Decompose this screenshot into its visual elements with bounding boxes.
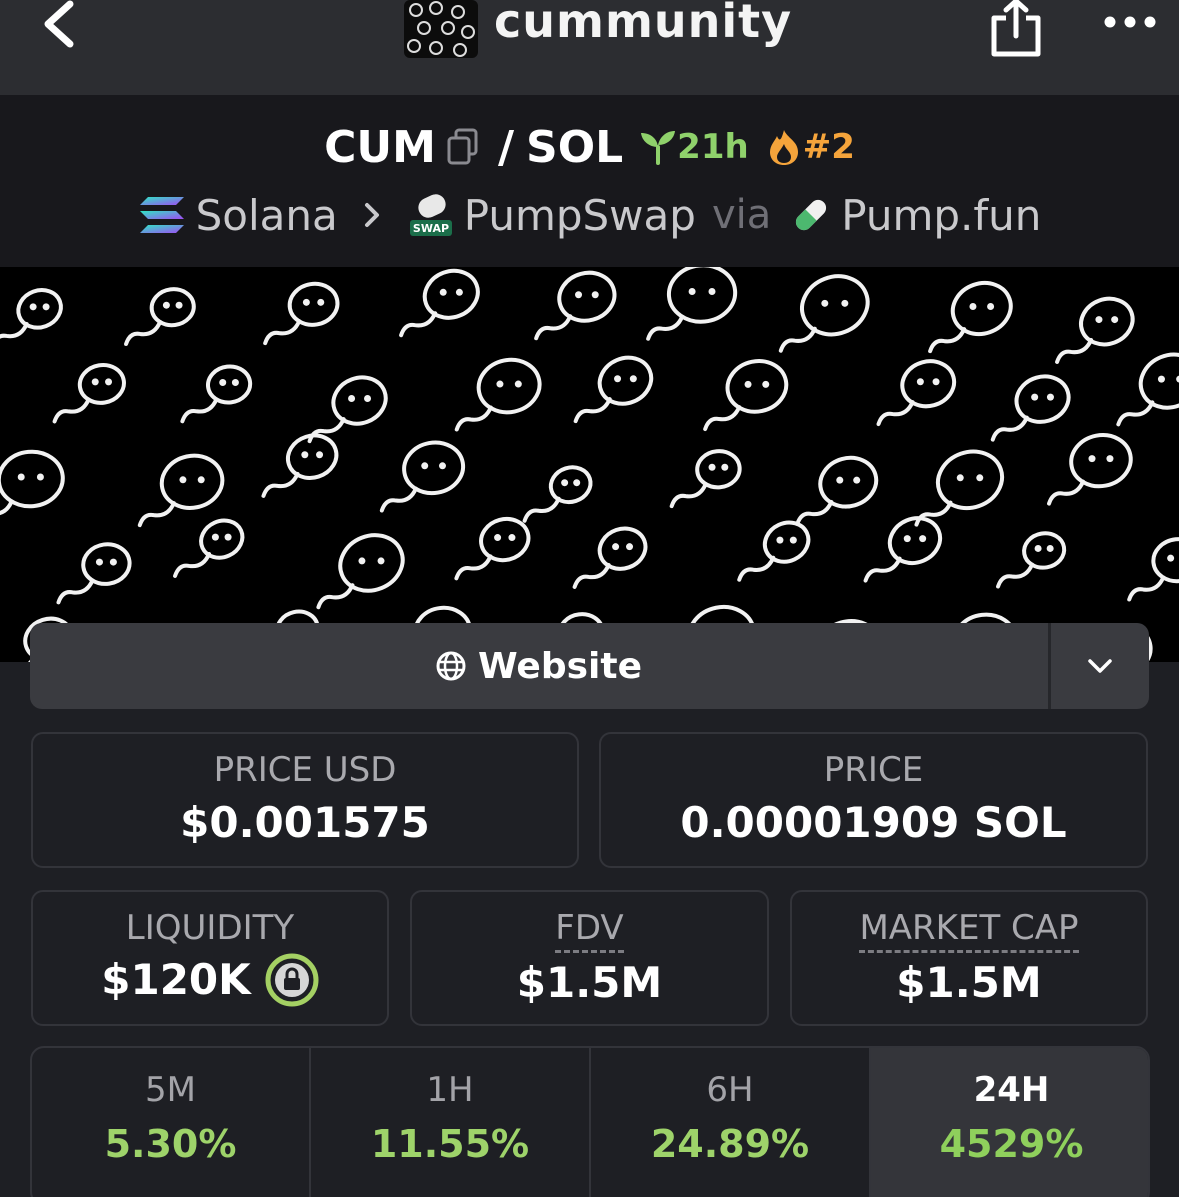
sprout-icon xyxy=(641,131,676,165)
doodle-face xyxy=(124,287,196,346)
timeframe-tabs: 5M 5.30% 1H 11.55% 6H 24.89% 24H 4529% xyxy=(30,1046,1150,1197)
chevron-down-icon xyxy=(1088,659,1112,673)
doodle-face xyxy=(399,268,480,338)
links-dropdown-button[interactable] xyxy=(1051,623,1149,709)
more-dots-icon[interactable] xyxy=(1102,10,1158,34)
website-button[interactable]: Website xyxy=(30,623,1048,709)
doodle-face xyxy=(454,357,542,432)
price-usd-value: $0.001575 xyxy=(180,798,430,847)
doodle-face xyxy=(56,542,132,605)
share-icon[interactable] xyxy=(988,0,1044,58)
doodle-face xyxy=(137,453,225,528)
doodle-face xyxy=(737,520,811,582)
flame-icon xyxy=(769,130,798,165)
chain-breadcrumb: Solana SWAP PumpSwap via Pump.fun xyxy=(0,187,1179,243)
chain-name[interactable]: Solana xyxy=(196,191,338,240)
pair-title-row: CUM / SOL 21h #2 xyxy=(0,119,1179,175)
chevron-right-icon xyxy=(364,203,379,227)
svg-text:SWAP: SWAP xyxy=(413,222,449,235)
doodle-face xyxy=(1047,433,1133,506)
quote-symbol: SOL xyxy=(526,121,624,173)
fdv-value: $1.5M xyxy=(516,958,663,1007)
doodle-face xyxy=(180,364,253,424)
doodle-face xyxy=(573,355,654,424)
doodle-face xyxy=(307,375,388,444)
doodle-face xyxy=(0,449,65,515)
top-nav-bar: cummunity xyxy=(0,0,1179,95)
doodle-face xyxy=(261,433,339,498)
liquidity-card: LIQUIDITY $120K xyxy=(31,890,389,1026)
doodle-face xyxy=(263,281,340,346)
doodle-face xyxy=(534,270,617,341)
base-symbol: CUM xyxy=(324,121,436,173)
tab-change: 4529% xyxy=(939,1122,1084,1166)
doodle-face xyxy=(454,516,531,581)
copy-icon[interactable] xyxy=(446,128,480,166)
doodle-face xyxy=(52,362,126,424)
doodle-face xyxy=(928,280,1013,354)
website-label: Website xyxy=(477,645,642,687)
doodle-face xyxy=(863,516,943,583)
tab-label: 1H xyxy=(426,1070,474,1110)
tab-label: 6H xyxy=(706,1070,754,1110)
pumpswap-icon: SWAP xyxy=(409,194,452,236)
doodle-face xyxy=(379,440,466,513)
doodle-face xyxy=(778,274,870,353)
doodle-face xyxy=(996,531,1067,589)
tab-change: 11.55% xyxy=(370,1122,530,1166)
liquidity-label: LIQUIDITY xyxy=(125,908,295,948)
price-usd-card: PRICE USD $0.001575 xyxy=(31,732,579,868)
tab-label: 5M xyxy=(145,1070,196,1110)
tab-6h[interactable]: 6H 24.89% xyxy=(591,1048,869,1197)
liquidity-value: $120K xyxy=(101,955,251,1004)
pair-header: CUM / SOL 21h #2 Solana SWAP PumpSwap vi… xyxy=(0,95,1179,267)
solana-icon xyxy=(139,197,184,233)
via-text: via xyxy=(711,192,772,238)
doodle-face xyxy=(0,288,63,339)
tab-1h[interactable]: 1H 11.55% xyxy=(311,1048,589,1197)
page-title: cummunity xyxy=(494,0,793,48)
dex-name[interactable]: PumpSwap xyxy=(464,191,696,240)
doodle-face xyxy=(795,455,879,526)
doodle-face xyxy=(173,518,245,578)
doodle-face xyxy=(1116,352,1179,427)
price-native-label: PRICE xyxy=(823,750,924,790)
pair-age: 21h xyxy=(677,127,749,167)
fdv-label[interactable]: FDV xyxy=(555,908,624,953)
doodle-face xyxy=(646,267,738,341)
market-cap-card: MARKET CAP $1.5M xyxy=(790,890,1148,1026)
price-usd-label: PRICE USD xyxy=(213,750,397,790)
doodle-face xyxy=(572,526,648,589)
back-chevron-icon[interactable] xyxy=(38,0,82,52)
market-cap-label[interactable]: MARKET CAP xyxy=(859,908,1079,953)
pair-separator: / xyxy=(497,121,515,173)
globe-icon xyxy=(436,651,466,681)
token-banner-image xyxy=(0,267,1179,662)
trending-rank: #2 xyxy=(802,127,855,167)
launchpad-name[interactable]: Pump.fun xyxy=(841,191,1041,240)
fdv-card: FDV $1.5M xyxy=(410,890,769,1026)
website-link-bar: Website xyxy=(30,623,1149,709)
price-native-value: 0.00001909 SOL xyxy=(680,798,1067,847)
lock-icon[interactable] xyxy=(265,953,319,1007)
market-cap-value: $1.5M xyxy=(896,958,1042,1007)
doodle-face xyxy=(669,449,742,509)
doodle-face xyxy=(1055,296,1135,364)
doodle-face xyxy=(990,374,1071,442)
tab-change: 5.30% xyxy=(104,1122,237,1166)
token-avatar xyxy=(404,0,478,58)
doodle-face xyxy=(876,359,957,427)
tab-label: 24H xyxy=(973,1070,1050,1110)
doodle-face xyxy=(1127,537,1179,602)
doodle-face xyxy=(914,449,1005,527)
doodle-face xyxy=(316,533,405,610)
tab-24h[interactable]: 24H 4529% xyxy=(871,1048,1148,1197)
doodle-face xyxy=(703,359,789,432)
pill-icon xyxy=(796,199,827,231)
tab-change: 24.89% xyxy=(650,1122,810,1166)
doodle-face xyxy=(522,465,593,523)
tab-5m[interactable]: 5M 5.30% xyxy=(32,1048,309,1197)
price-native-card: PRICE 0.00001909 SOL xyxy=(599,732,1148,868)
